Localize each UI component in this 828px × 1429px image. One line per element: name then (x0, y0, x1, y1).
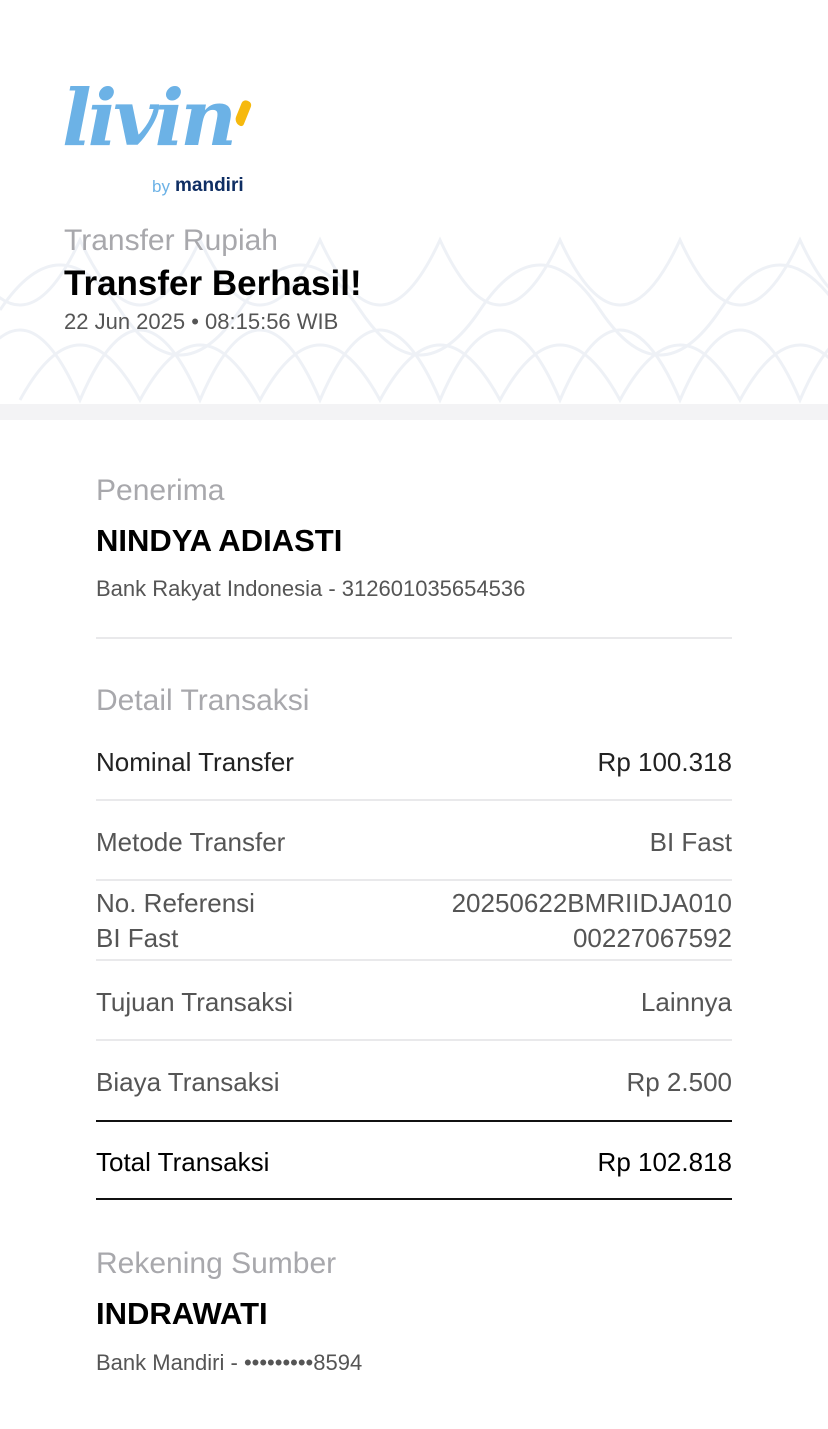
total-divider-top (96, 1120, 732, 1122)
method-value: BI Fast (649, 826, 732, 857)
header-separator (0, 404, 828, 420)
recipient-name: NINDYA ADIASTI (96, 523, 343, 558)
fee-value: Rp 2.500 (626, 1066, 732, 1097)
method-label: Metode Transfer (96, 826, 286, 857)
reference-label: No. Referensi BI Fast (96, 886, 255, 956)
divider (96, 879, 732, 881)
livin-mandiri-logo: livin by mandiri (62, 80, 262, 202)
logo-bank-name: mandiri (175, 175, 244, 196)
divider (96, 1039, 732, 1041)
nominal-value: Rp 100.318 (597, 746, 732, 777)
divider (96, 959, 732, 961)
logo-by-text: by (152, 177, 170, 196)
reference-value-line2: 00227067592 (572, 923, 732, 953)
row-nominal-transfer: Nominal Transfer Rp 100.318 (96, 742, 732, 782)
source-bank-account: Bank Mandiri - •••••••••8594 (96, 1350, 363, 1375)
purpose-label: Tujuan Transaksi (96, 986, 294, 1017)
details-section-label: Detail Transaksi (96, 684, 310, 717)
logo-accent-mark (233, 99, 253, 127)
total-divider-bottom (96, 1198, 732, 1200)
transaction-status: Transfer Berhasil! (64, 264, 362, 303)
total-value: Rp 102.818 (597, 1146, 732, 1177)
reference-value: 20250622BMRIIDJA010 00227067592 (452, 886, 732, 956)
total-label: Total Transaksi (96, 1146, 270, 1177)
receipt-header: livin by mandiri Transfer Rupiah Transfe… (0, 0, 828, 420)
purpose-value: Lainnya (640, 986, 732, 1017)
row-total-transaction: Total Transaksi Rp 102.818 (96, 1142, 732, 1182)
divider (96, 637, 732, 639)
divider (96, 799, 732, 801)
source-section-label: Rekening Sumber (96, 1247, 337, 1280)
row-transfer-method: Metode Transfer BI Fast (96, 822, 732, 862)
logo-wordmark: livin (62, 73, 237, 164)
nominal-label: Nominal Transfer (96, 746, 294, 777)
fee-label: Biaya Transaksi (96, 1066, 280, 1097)
row-transaction-purpose: Tujuan Transaksi Lainnya (96, 982, 732, 1022)
recipient-bank-account: Bank Rakyat Indonesia - 312601035654536 (96, 576, 526, 601)
reference-label-line1: No. Referensi (96, 888, 255, 918)
row-reference-number: No. Referensi BI Fast 20250622BMRIIDJA01… (96, 886, 732, 956)
row-transaction-fee: Biaya Transaksi Rp 2.500 (96, 1062, 732, 1102)
transaction-datetime: 22 Jun 2025 • 08:15:56 WIB (64, 309, 339, 334)
reference-label-line2: BI Fast (96, 923, 179, 953)
transaction-category: Transfer Rupiah (64, 224, 278, 257)
source-name: INDRAWATI (96, 1296, 268, 1331)
reference-value-line1: 20250622BMRIIDJA010 (451, 888, 732, 918)
recipient-section-label: Penerima (96, 474, 225, 507)
